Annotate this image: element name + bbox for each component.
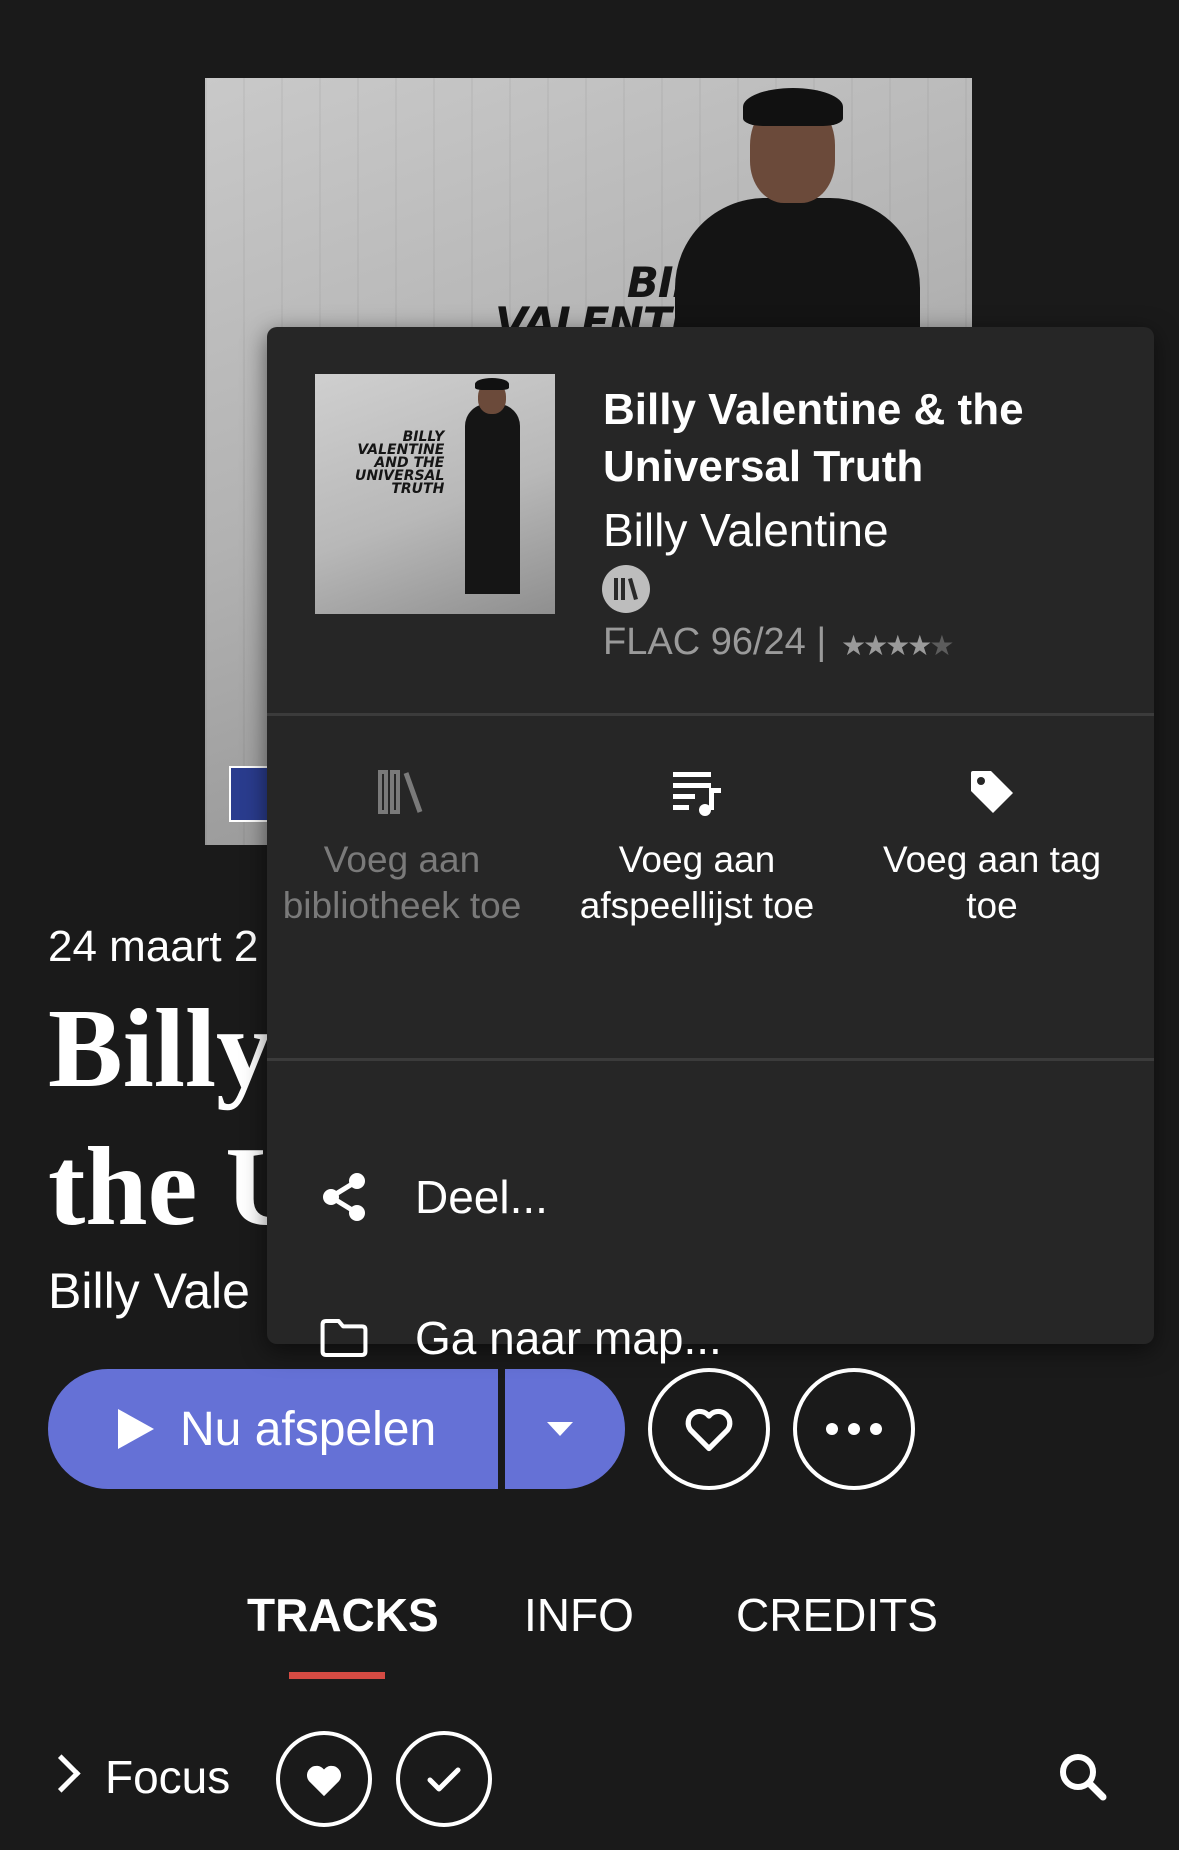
heart-filled-icon [307,1765,341,1796]
menu-divider [267,1058,1154,1061]
focus-filter-label[interactable]: Focus [105,1750,230,1804]
search-icon[interactable] [1056,1750,1110,1804]
album-artist[interactable]: Billy Vale [48,1262,250,1320]
add-to-playlist-action[interactable]: Voeg aan afspeellijst toe [562,765,832,929]
play-icon [118,1409,154,1449]
checkmark-icon [427,1767,461,1792]
tab-info[interactable]: INFO [524,1588,634,1642]
favorites-filter-button[interactable] [276,1731,372,1827]
chevron-down-icon [547,1422,573,1436]
library-icon [267,765,537,819]
release-date: 24 maart 2 [48,922,259,971]
tab-credits[interactable]: CREDITS [736,1588,938,1642]
menu-album-title: Billy Valentine & the Universal Truth [603,385,1024,491]
add-to-library-action[interactable]: Voeg aan bibliotheek toe [267,765,537,929]
play-now-label: Nu afspelen [180,1402,437,1456]
album-context-menu: BILLY VALENTINE AND THE UNIVERSAL TRUTH … [267,327,1154,1364]
album-thumbnail: BILLY VALENTINE AND THE UNIVERSAL TRUTH [315,374,555,614]
menu-album-artist: Billy Valentine [603,504,889,556]
add-to-tag-action[interactable]: Voeg aan tag toe [857,765,1127,929]
tab-tracks[interactable]: TRACKS [247,1588,439,1642]
more-dots-icon [826,1423,882,1435]
menu-divider [267,713,1154,716]
heart-icon [685,1408,733,1452]
checked-filter-button[interactable] [396,1731,492,1827]
share-menu-item[interactable]: Deel... [267,1137,1154,1257]
library-badge-icon [602,565,650,613]
share-icon [319,1171,369,1223]
folder-icon [319,1315,369,1361]
tag-icon [857,765,1127,819]
rating-stars: ★★★★★ [841,630,955,661]
active-tab-indicator [289,1672,385,1679]
go-to-folder-menu-item[interactable]: Ga naar map... [267,1278,1154,1398]
chevron-right-icon[interactable] [42,1754,81,1793]
playlist-add-icon [562,765,832,819]
audio-format: FLAC 96/24 | [603,621,827,663]
